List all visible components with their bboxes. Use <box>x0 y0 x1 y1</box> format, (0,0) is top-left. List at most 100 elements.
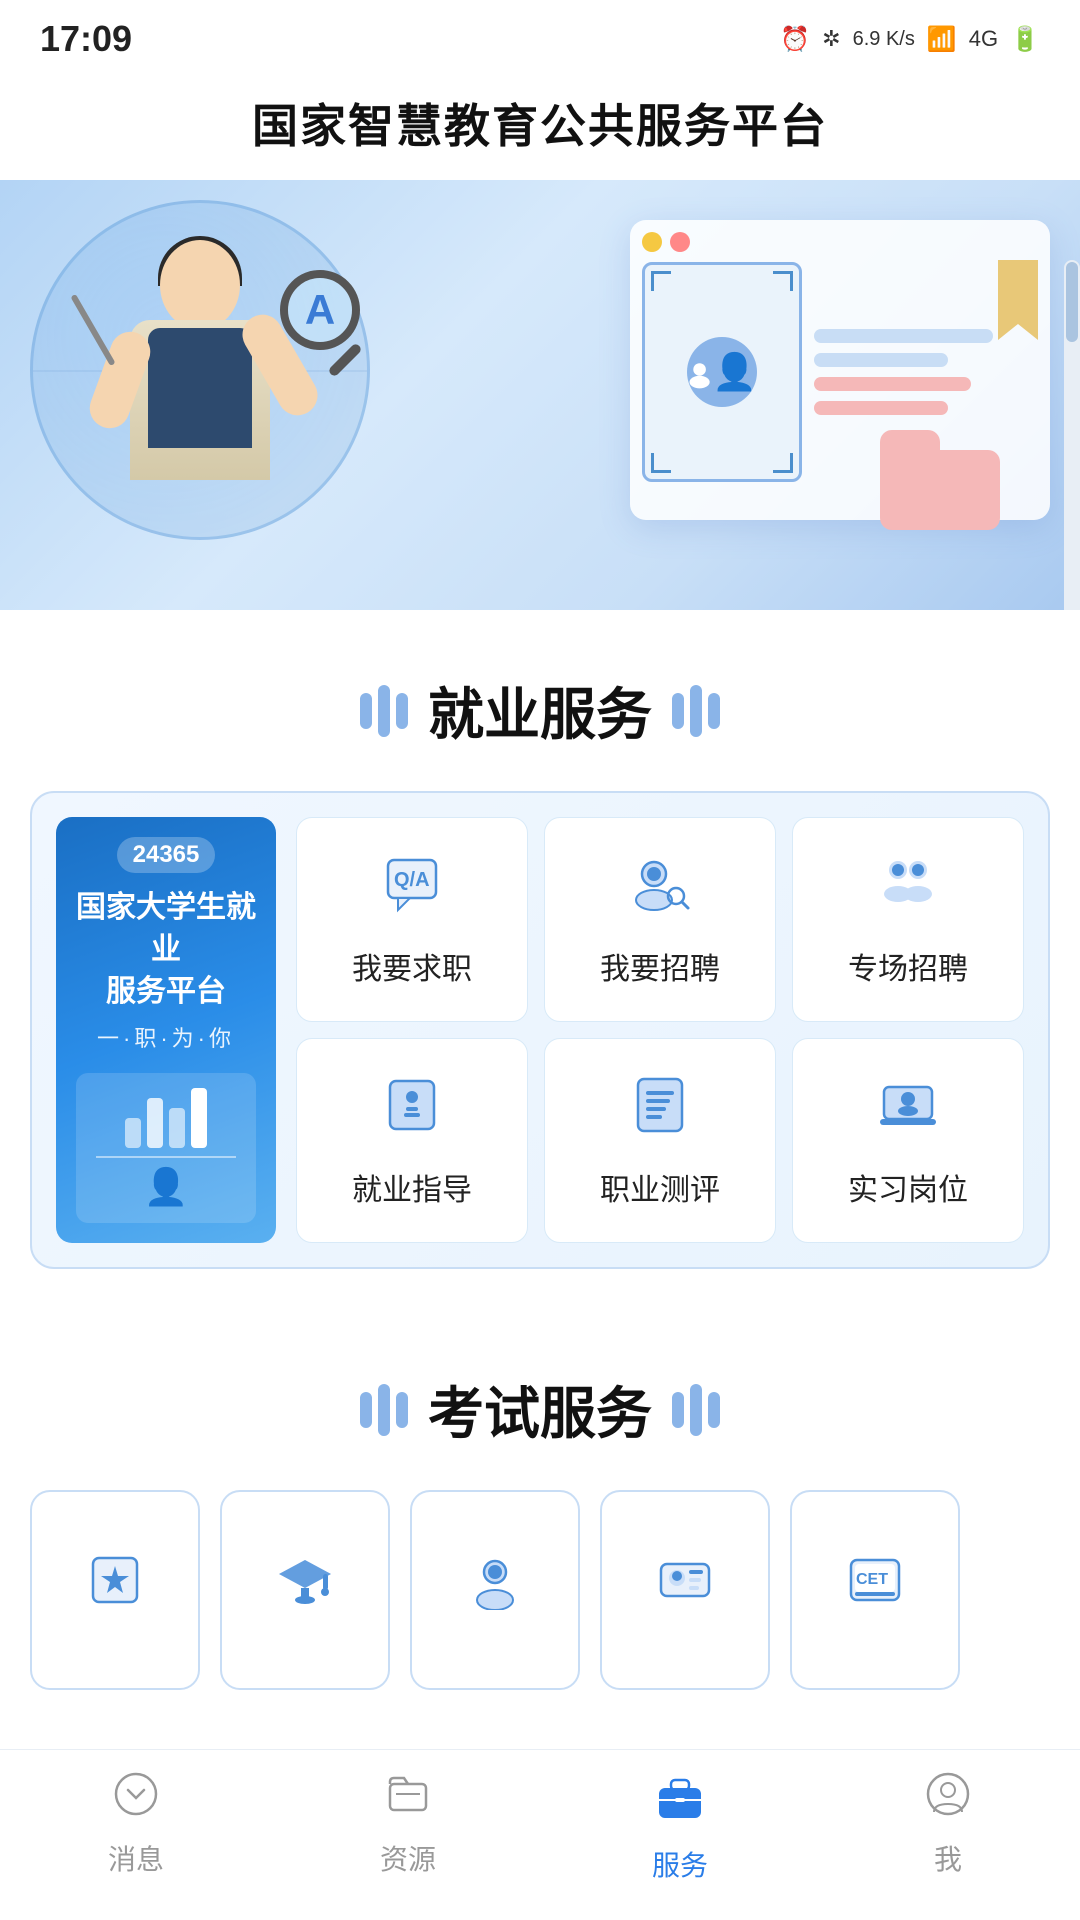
ebar-3 <box>396 1392 408 1428</box>
person-search-icon <box>628 852 692 930</box>
service-job-seek-label: 我要求职 <box>352 944 472 988</box>
star-certificate-icon <box>85 1550 145 1623</box>
employment-card: 24365 国家大学生就业服务平台 一·职·为·你 👤 Q/A <box>30 791 1050 1269</box>
section-left-bars <box>360 685 408 737</box>
service-internship-label: 实习岗位 <box>848 1165 968 1209</box>
service-career-guide[interactable]: 就业指导 <box>296 1038 528 1243</box>
status-time: 17:09 <box>40 18 132 60</box>
wifi-icon: 📶 <box>927 25 957 54</box>
folder-icon <box>384 1770 432 1830</box>
service-career-test-label: 职业测评 <box>600 1165 720 1209</box>
service-career-test[interactable]: 职业测评 <box>544 1038 776 1243</box>
ebar-4 <box>672 1392 684 1428</box>
service-recruit-label: 我要招聘 <box>600 944 720 988</box>
win-avatar-icon <box>687 337 757 407</box>
bar-6 <box>708 693 720 729</box>
nav-services-label: 服务 <box>652 1844 708 1884</box>
exam-card-4[interactable] <box>600 1490 770 1690</box>
svg-text:Q/A: Q/A <box>394 869 430 891</box>
person-id-icon <box>465 1550 525 1623</box>
exam-right-bars <box>672 1384 720 1436</box>
section-right-bars <box>672 685 720 737</box>
nav-profile-label: 我 <box>934 1838 962 1878</box>
nav-messages-label: 消息 <box>108 1838 164 1878</box>
char-shirt <box>148 328 252 448</box>
nav-services[interactable]: 服务 <box>652 1770 708 1884</box>
bar-1 <box>360 693 372 729</box>
svg-text:CET: CET <box>856 1571 888 1588</box>
magnify-glass: A <box>280 270 360 380</box>
scrollbar-decoration <box>1064 260 1080 610</box>
nav-profile[interactable]: 我 <box>924 1770 972 1884</box>
info-icon <box>380 1073 444 1151</box>
exam-left-bars <box>360 1384 408 1436</box>
alarm-icon: ⏰ <box>780 25 810 54</box>
win-titlebar <box>642 232 1038 252</box>
page-title: 国家智慧教育公共服务平台 <box>0 70 1080 180</box>
ebar-1 <box>360 1392 372 1428</box>
bar-5 <box>690 685 702 737</box>
service-career-guide-label: 就业指导 <box>352 1165 472 1209</box>
folder-tab <box>880 430 940 450</box>
ebar-5 <box>690 1384 702 1436</box>
bar-3 <box>396 693 408 729</box>
briefcase-icon <box>653 1770 707 1836</box>
status-bar: 17:09 ⏰ ✲ 6.9 K/s 📶 4G 🔋 <box>0 0 1080 70</box>
exam-card-cet[interactable]: CET <box>790 1490 960 1690</box>
service-grid: Q/A 我要求职 我要招聘 <box>296 817 1024 1243</box>
employment-platform-banner[interactable]: 24365 国家大学生就业服务平台 一·职·为·你 👤 <box>56 817 276 1243</box>
service-special-recruit[interactable]: 专场招聘 <box>792 817 1024 1022</box>
qa-icon: Q/A <box>380 852 444 930</box>
bluetooth-icon: ✲ <box>822 26 840 52</box>
service-internship[interactable]: 实习岗位 <box>792 1038 1024 1243</box>
exam-section: 考试服务 <box>0 1309 1080 1710</box>
document-icon <box>628 1073 692 1151</box>
char-head <box>160 240 240 330</box>
bar-4 <box>672 693 684 729</box>
employment-section-header: 就业服务 <box>0 610 1080 791</box>
signal-text: 6.9 K/s <box>853 28 915 51</box>
exam-card-3[interactable] <box>410 1490 580 1690</box>
character-illustration: A <box>60 220 380 600</box>
message-icon <box>112 1770 160 1830</box>
exam-cards-row: CET <box>0 1490 1080 1710</box>
nav-resources-label: 资源 <box>380 1838 436 1878</box>
people-icon <box>876 852 940 930</box>
exam-card-2[interactable] <box>220 1490 390 1690</box>
laptop-person-icon <box>876 1073 940 1151</box>
win-profile-area <box>642 262 802 482</box>
graduation-icon <box>275 1550 335 1623</box>
win-line-1 <box>814 329 993 343</box>
cet-icon: CET <box>845 1550 905 1623</box>
id-card-icon <box>655 1550 715 1623</box>
nav-messages[interactable]: 消息 <box>108 1770 164 1884</box>
banner-subtitle: 一·职·为·你 <box>97 1021 235 1053</box>
bar-2 <box>378 685 390 737</box>
ebar-6 <box>708 1392 720 1428</box>
person-icon <box>924 1770 972 1830</box>
hero-banner: A <box>0 180 1080 610</box>
win-line-4 <box>814 401 948 415</box>
ebar-2 <box>378 1384 390 1436</box>
win-line-3 <box>814 377 971 391</box>
bottom-nav: 消息 资源 服务 <box>0 1749 1080 1920</box>
status-icons: ⏰ ✲ 6.9 K/s 📶 4G 🔋 <box>780 25 1040 54</box>
scrollbar-thumb <box>1066 262 1078 342</box>
folder-body <box>880 450 1000 530</box>
win-minimize-btn <box>642 232 662 252</box>
banner-illustration: 👤 <box>76 1073 256 1223</box>
service-job-seek[interactable]: Q/A 我要求职 <box>296 817 528 1022</box>
win-line-2 <box>814 353 948 367</box>
win-close-btn <box>670 232 690 252</box>
network-icon: 4G <box>969 26 998 52</box>
nav-resources[interactable]: 资源 <box>380 1770 436 1884</box>
service-recruit[interactable]: 我要招聘 <box>544 817 776 1022</box>
exam-section-header: 考试服务 <box>0 1309 1080 1490</box>
battery-icon: 🔋 <box>1010 25 1040 54</box>
folder-decoration <box>880 430 1000 530</box>
employment-section-title: 就业服务 <box>428 670 652 751</box>
banner-title: 国家大学生就业服务平台 <box>72 887 260 1013</box>
exam-section-title: 考试服务 <box>428 1369 652 1450</box>
exam-card-1[interactable] <box>30 1490 200 1690</box>
banner-badge: 24365 <box>117 837 216 873</box>
